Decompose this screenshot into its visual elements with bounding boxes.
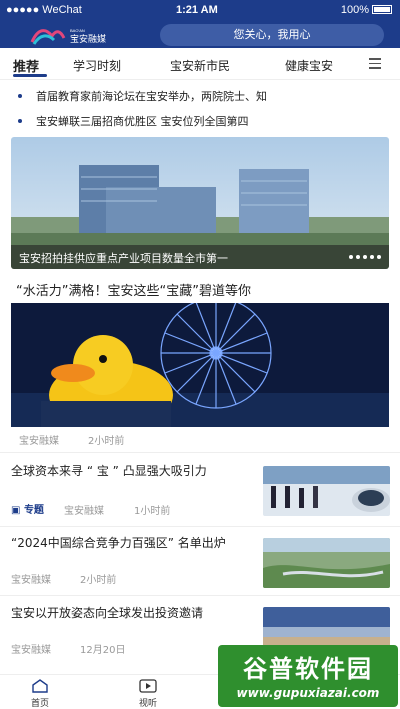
tab-study[interactable]: 学习时刻 [73,57,121,74]
category-tabs: 推荐 学习时刻 宝安新市民 健康宝安 [0,48,400,80]
menu-icon[interactable] [369,58,381,69]
carousel-indicator [346,244,381,263]
banner-caption: 宝安招拍挂供应重点产业项目数量全市第一 [11,245,389,269]
article-source: 宝安融媒 [64,506,104,517]
hero-time: 2小时前 [88,436,125,447]
home-icon [32,679,48,693]
banner-carousel[interactable]: 宝安招拍挂供应重点产业项目数量全市第一 [11,137,389,269]
article-time: 1小时前 [134,506,171,517]
bullet-icon [18,119,22,123]
svg-text:宝安融媒: 宝安融媒 [70,33,106,45]
hero-image[interactable] [11,303,389,427]
nav-home[interactable]: 首页 [20,679,60,709]
article-thumbnail[interactable] [263,538,390,588]
article-time: 2小时前 [80,575,117,586]
divider [0,595,400,596]
tab-new-citizens[interactable]: 宝安新市民 [170,57,230,74]
search-input[interactable]: 您关心，我用心 [160,24,384,46]
nav-video[interactable]: 视听 [128,679,168,709]
article-source: 宝安融媒 [11,575,51,586]
bookmark-icon: ▣ [11,505,24,516]
hero-source: 宝安融媒 [19,436,59,447]
article-time: 12月20日 [80,645,126,656]
svg-text:BAO'AN: BAO'AN [70,28,85,33]
topic-tag: ▣ 专题 [11,505,44,516]
tab-health[interactable]: 健康宝安 [285,57,333,74]
watermark: 谷普软件园 www.gupuxiazai.com [218,645,398,707]
app-header: BAO'AN 宝安融媒 您关心，我用心 [0,22,400,48]
status-bar: ●●●●● WeChat 1:21 AM 100% [0,0,400,22]
play-icon [139,679,157,693]
tab-indicator [13,74,47,77]
divider [0,452,400,453]
battery: 100% [341,4,392,16]
article-title[interactable]: 全球资本来寻 “ 宝 ” 凸显强大吸引力 [11,462,251,480]
ticker-item[interactable]: 首届教育家前海论坛在宝安举办，两院院士、知 [36,88,400,104]
app-logo: BAO'AN 宝安融媒 [30,28,106,45]
headline[interactable]: “水活力”满格！宝安这些“宝藏”碧道等你 [16,280,396,299]
clock: 1:21 AM [176,4,218,16]
article-title[interactable]: 宝安以开放姿态向全球发出投资邀请 [11,604,251,622]
bullet-icon [18,94,22,98]
battery-icon [372,5,392,14]
divider [0,526,400,527]
tab-recommend[interactable]: 推荐 [13,56,39,75]
carrier: ●●●●● WeChat [6,4,82,16]
article-thumbnail[interactable] [263,466,390,516]
article-title[interactable]: “2024中国综合竞争力百强区” 名单出炉 [11,534,251,552]
article-source: 宝安融媒 [11,645,51,656]
ticker-item[interactable]: 宝安蝉联三届招商优胜区 宝安位列全国第四 [36,113,400,129]
